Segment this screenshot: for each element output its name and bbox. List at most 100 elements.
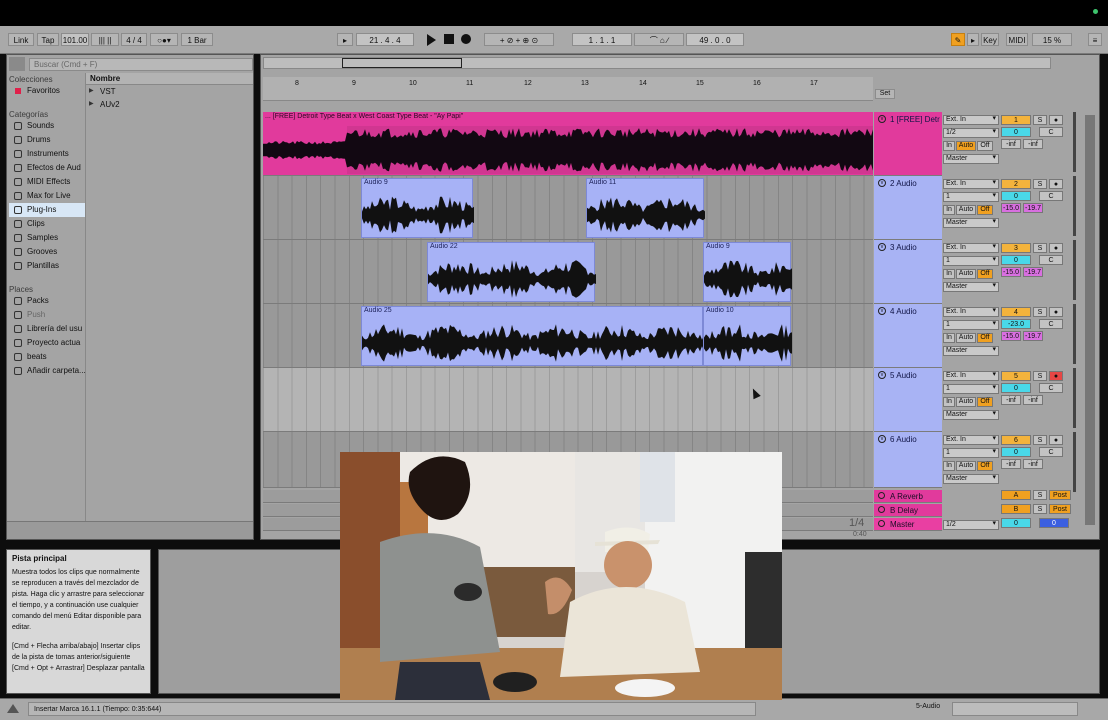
sidebar-item-plug-ins[interactable]: Plug-Ins bbox=[9, 203, 85, 217]
solo-button[interactable]: S bbox=[1033, 504, 1047, 514]
input-channel-select[interactable]: 1 bbox=[943, 448, 999, 458]
list-item-vst[interactable]: VST bbox=[86, 85, 253, 98]
metronome-button[interactable]: ○●▾ bbox=[150, 33, 178, 46]
input-type-select[interactable]: Ext. In bbox=[943, 179, 999, 189]
clip-audio-9-b[interactable]: Audio 9 bbox=[703, 242, 792, 302]
automation-buttons[interactable]: + ⊘ + ⊕ ⊙ bbox=[484, 33, 554, 46]
search-input[interactable]: Buscar (Cmd + F) bbox=[29, 58, 253, 71]
sidebar-item-current-project[interactable]: Proyecto actua bbox=[9, 336, 85, 350]
loop-buttons[interactable]: ⌒ ⌂ ∕ bbox=[634, 33, 684, 46]
sidebar-item-samples[interactable]: Samples bbox=[9, 231, 85, 245]
track-header-5[interactable]: v 5 Audio bbox=[874, 368, 942, 432]
clip-audio-10[interactable]: Audio 10 bbox=[703, 306, 792, 366]
sidebar-item-sounds[interactable]: Sounds bbox=[9, 119, 85, 133]
monitor-in-button[interactable]: In bbox=[943, 269, 955, 279]
arm-button[interactable]: ● bbox=[1049, 307, 1063, 317]
solo-button[interactable]: S bbox=[1033, 371, 1047, 381]
arrangement-position[interactable]: 21 . 4 . 4 bbox=[356, 33, 414, 46]
browser-toggle-icon[interactable] bbox=[9, 57, 25, 71]
monitor-auto-button[interactable]: Auto bbox=[956, 269, 976, 279]
return-header-b[interactable]: B Delay bbox=[874, 504, 942, 517]
monitor-in-button[interactable]: In bbox=[943, 205, 955, 215]
pan-field[interactable]: C bbox=[1039, 319, 1063, 329]
return-b-activator[interactable]: B bbox=[1001, 504, 1031, 514]
pan-field[interactable]: C bbox=[1039, 127, 1063, 137]
post-button[interactable]: Post bbox=[1049, 504, 1071, 514]
arm-button[interactable]: ● bbox=[1049, 243, 1063, 253]
track-lane-4[interactable]: Audio 25 Audio 10 bbox=[263, 304, 873, 368]
monitor-auto-button[interactable]: Auto bbox=[956, 397, 976, 407]
play-icon[interactable] bbox=[427, 34, 436, 46]
volume-field[interactable]: 0 bbox=[1001, 127, 1031, 137]
volume-field[interactable]: 0 bbox=[1001, 383, 1031, 393]
info-toggle-icon[interactable] bbox=[7, 704, 19, 713]
monitor-off-button[interactable]: Off bbox=[977, 461, 993, 471]
sidebar-item-audio-effects[interactable]: Efectos de Aud bbox=[9, 161, 85, 175]
midi-button[interactable]: MIDI bbox=[1006, 33, 1028, 46]
master-volume[interactable]: 0 bbox=[1001, 518, 1031, 528]
master-cue[interactable]: 0 bbox=[1039, 518, 1069, 528]
monitor-off-button[interactable]: Off bbox=[977, 269, 993, 279]
name-header[interactable]: Nombre bbox=[86, 73, 253, 85]
volume-field[interactable]: 0 bbox=[1001, 447, 1031, 457]
input-channel-select[interactable]: 1/2 bbox=[943, 128, 999, 138]
input-type-select[interactable]: Ext. In bbox=[943, 243, 999, 253]
pan-field[interactable]: C bbox=[1039, 383, 1063, 393]
input-channel-select[interactable]: 1 bbox=[943, 192, 999, 202]
loop-start-field[interactable]: 1 . 1 . 1 bbox=[572, 33, 632, 46]
track-header-3[interactable]: v 3 Audio bbox=[874, 240, 942, 304]
sidebar-item-grooves[interactable]: Grooves bbox=[9, 245, 85, 259]
input-channel-select[interactable]: 1 bbox=[943, 256, 999, 266]
track-scrollbar[interactable] bbox=[1085, 115, 1095, 525]
output-select[interactable]: Master bbox=[943, 218, 999, 228]
monitor-off-button[interactable]: Off bbox=[977, 141, 993, 151]
solo-button[interactable]: S bbox=[1033, 307, 1047, 317]
pan-field[interactable]: C bbox=[1039, 255, 1063, 265]
monitor-auto-button[interactable]: Auto bbox=[956, 141, 976, 151]
track-header-4[interactable]: v 4 Audio bbox=[874, 304, 942, 368]
input-type-select[interactable]: Ext. In bbox=[943, 307, 999, 317]
output-select[interactable]: Master bbox=[943, 154, 999, 164]
arm-button[interactable]: ● bbox=[1049, 115, 1063, 125]
list-item-auv2[interactable]: AUv2 bbox=[86, 98, 253, 111]
clip-audio-11[interactable]: Audio 11 bbox=[586, 178, 705, 238]
track-header-2[interactable]: v 2 Audio bbox=[874, 176, 942, 240]
pan-field[interactable]: C bbox=[1039, 447, 1063, 457]
arm-button[interactable]: ● bbox=[1049, 179, 1063, 189]
clip-audio-9[interactable]: Audio 9 bbox=[361, 178, 474, 238]
solo-button[interactable]: S bbox=[1033, 179, 1047, 189]
output-select[interactable]: Master bbox=[943, 474, 999, 484]
solo-button[interactable]: S bbox=[1033, 490, 1047, 500]
sidebar-item-drums[interactable]: Drums bbox=[9, 133, 85, 147]
link-button[interactable]: Link bbox=[8, 33, 34, 46]
monitor-auto-button[interactable]: Auto bbox=[956, 205, 976, 215]
volume-field[interactable]: -23.0 bbox=[1001, 319, 1031, 329]
arm-button[interactable]: ● bbox=[1049, 371, 1063, 381]
view-toggle-buttons[interactable] bbox=[952, 702, 1078, 716]
draw-mode-icon[interactable]: ✎ bbox=[951, 33, 965, 46]
sidebar-item-clips[interactable]: Clips bbox=[9, 217, 85, 231]
record-icon[interactable] bbox=[461, 34, 471, 44]
signature-field[interactable]: 4 / 4 bbox=[121, 33, 147, 46]
input-type-select[interactable]: Ext. In bbox=[943, 115, 999, 125]
return-a-activator[interactable]: A bbox=[1001, 490, 1031, 500]
input-channel-select[interactable]: 1 bbox=[943, 384, 999, 394]
arm-button[interactable]: ● bbox=[1049, 435, 1063, 445]
key-map-icon[interactable]: ▸ bbox=[967, 33, 979, 46]
sidebar-item-user-library[interactable]: Librería del usu bbox=[9, 322, 85, 336]
track-activator-button[interactable]: 2 bbox=[1001, 179, 1031, 189]
output-select[interactable]: Master bbox=[943, 282, 999, 292]
track-activator-button[interactable]: 4 bbox=[1001, 307, 1031, 317]
key-button[interactable]: Key bbox=[981, 33, 999, 46]
return-header-a[interactable]: A Reverb bbox=[874, 490, 942, 503]
master-header[interactable]: Master bbox=[874, 518, 942, 531]
input-type-select[interactable]: Ext. In bbox=[943, 371, 999, 381]
overview-window[interactable] bbox=[342, 58, 462, 68]
follow-button[interactable]: ▸ bbox=[337, 33, 353, 46]
beat-time-ruler[interactable]: 8 9 10 11 12 13 14 15 16 17 bbox=[263, 77, 873, 101]
post-button[interactable]: Post bbox=[1049, 490, 1071, 500]
track-activator-button[interactable]: 5 bbox=[1001, 371, 1031, 381]
monitor-auto-button[interactable]: Auto bbox=[956, 461, 976, 471]
monitor-in-button[interactable]: In bbox=[943, 333, 955, 343]
monitor-in-button[interactable]: In bbox=[943, 397, 955, 407]
